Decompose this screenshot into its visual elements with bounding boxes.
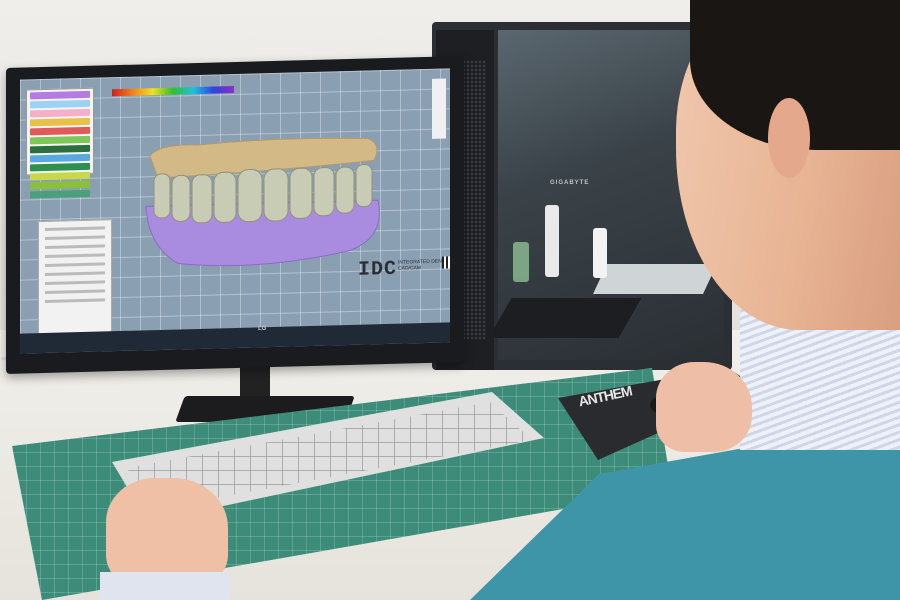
screen-logo: IDC (358, 257, 398, 282)
layer-item[interactable] (30, 144, 90, 154)
bottle (513, 242, 529, 282)
person-right-hand (656, 362, 752, 452)
layer-item[interactable] (30, 99, 90, 109)
tool-panel[interactable] (38, 219, 112, 336)
layer-item[interactable] (30, 135, 90, 145)
monitor-screen: IDC INTEGRATED DENTAL CAD/CAM (20, 68, 450, 354)
layer-panel[interactable] (26, 87, 94, 199)
layer-item[interactable] (30, 162, 90, 172)
monitor-brand-label: LG (258, 326, 267, 332)
layer-item[interactable] (30, 108, 90, 118)
layer-item[interactable] (30, 126, 90, 136)
person-shirt-cuff (100, 572, 230, 600)
case-brand-label: GIGABYTE (550, 180, 590, 186)
bottle (545, 205, 559, 277)
bottle (593, 228, 607, 278)
layer-item[interactable] (30, 153, 90, 163)
qr-code-icon (442, 256, 450, 269)
right-toolbar[interactable] (432, 78, 446, 139)
layer-item[interactable] (30, 90, 90, 100)
pc-internal-panel (488, 298, 642, 338)
monitor: IDC INTEGRATED DENTAL CAD/CAM (6, 56, 464, 374)
person-ear (768, 98, 810, 178)
dental-model[interactable] (138, 130, 388, 277)
pc-internal-shelf (593, 264, 717, 294)
layer-item[interactable] (30, 117, 90, 127)
